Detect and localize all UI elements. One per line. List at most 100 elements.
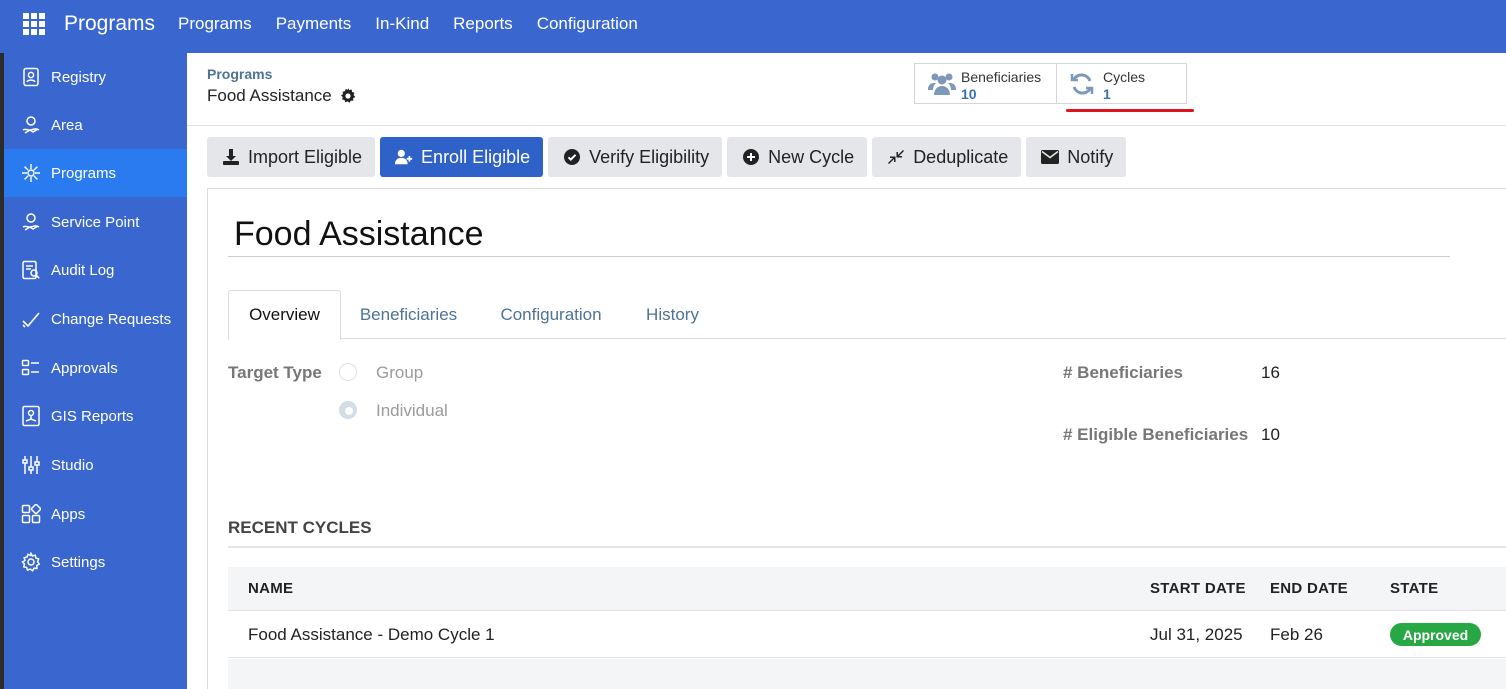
- cycles-smart-value: 1: [1103, 86, 1111, 102]
- change-requests-icon: [21, 309, 41, 329]
- radio-individual[interactable]: [339, 401, 357, 419]
- menu-payments[interactable]: Payments: [276, 14, 352, 34]
- notify-button[interactable]: Notify: [1026, 137, 1127, 177]
- breadcrumb[interactable]: Programs: [207, 66, 272, 82]
- form-sheet: Food Assistance Overview Beneficiaries C…: [207, 188, 1506, 689]
- eligible-count-label: # Eligible Beneficiaries: [1063, 425, 1249, 444]
- cycles-table-header: NAME START DATE END DATE STATE: [228, 567, 1506, 611]
- column-end-date[interactable]: END DATE: [1270, 580, 1348, 597]
- app-title[interactable]: Programs: [64, 12, 155, 36]
- eligible-count-value: 10: [1261, 425, 1280, 444]
- menu-in-kind[interactable]: In-Kind: [375, 14, 429, 34]
- sidebar-item-label: Registry: [51, 68, 107, 86]
- area-icon: [21, 115, 41, 135]
- enroll-eligible-label: Enroll Eligible: [421, 146, 531, 167]
- column-start-date[interactable]: START DATE: [1150, 580, 1246, 597]
- enroll-eligible-button[interactable]: Enroll Eligible: [380, 137, 544, 177]
- sidebar: Registry Area Programs Service Point Aud…: [4, 53, 187, 689]
- sidebar-item-label: Settings: [51, 553, 106, 571]
- sidebar-item-studio[interactable]: Studio: [4, 441, 187, 489]
- sidebar-item-label: Change Requests: [51, 310, 172, 328]
- status-badge: Approved: [1390, 623, 1481, 646]
- sidebar-item-label: Studio: [51, 456, 94, 474]
- envelope-icon: [1041, 148, 1060, 166]
- plus-circle-icon: [742, 148, 760, 166]
- beneficiaries-count-value: 16: [1261, 363, 1280, 382]
- sidebar-item-registry[interactable]: Registry: [4, 53, 187, 101]
- target-type-label: Target Type: [228, 363, 322, 382]
- sidebar-item-area[interactable]: Area: [4, 101, 187, 149]
- sidebar-item-label: Area: [51, 116, 83, 134]
- service-point-icon: [21, 212, 41, 232]
- sidebar-item-settings[interactable]: Settings: [4, 538, 187, 586]
- notebook-tabs: Overview Beneficiaries Configuration His…: [228, 290, 1506, 340]
- sidebar-item-label: Apps: [51, 505, 86, 523]
- verify-eligibility-label: Verify Eligibility: [589, 146, 710, 167]
- deduplicate-label: Deduplicate: [913, 146, 1009, 167]
- record-title: Food Assistance: [207, 86, 356, 106]
- check-circle-icon: [563, 148, 581, 166]
- users-icon: [927, 72, 957, 96]
- cycle-start-date: Jul 31, 2025: [1150, 625, 1243, 644]
- gear-icon[interactable]: [340, 88, 356, 104]
- programs-icon: [21, 163, 41, 183]
- sidebar-item-label: Approvals: [51, 359, 118, 377]
- sidebar-item-programs[interactable]: Programs: [4, 149, 187, 197]
- refresh-icon: [1069, 72, 1099, 96]
- sidebar-item-service-point[interactable]: Service Point: [4, 198, 187, 246]
- apps-icon: [21, 504, 41, 524]
- sidebar-item-approvals[interactable]: Approvals: [4, 344, 187, 392]
- sidebar-item-label: Service Point: [51, 213, 140, 231]
- tab-history[interactable]: History: [626, 290, 719, 339]
- gis-reports-icon: [21, 405, 41, 427]
- menu-programs[interactable]: Programs: [178, 14, 252, 34]
- sidebar-item-label: GIS Reports: [51, 407, 134, 425]
- cycle-end-date: Feb 26: [1270, 625, 1323, 644]
- new-cycle-button[interactable]: New Cycle: [727, 137, 868, 177]
- sidebar-item-label: Audit Log: [51, 261, 115, 279]
- verify-eligibility-button[interactable]: Verify Eligibility: [548, 137, 723, 177]
- beneficiaries-smart-button[interactable]: Beneficiaries 10: [914, 63, 1057, 104]
- table-footer: [228, 659, 1506, 689]
- radio-individual-label: Individual: [376, 401, 448, 420]
- top-navbar: Programs Programs Payments In-Kind Repor…: [0, 0, 1506, 53]
- user-plus-icon: [395, 148, 413, 166]
- sidebar-item-audit-log[interactable]: Audit Log: [4, 246, 187, 294]
- sidebar-item-change-requests[interactable]: Change Requests: [4, 295, 187, 343]
- radio-group[interactable]: [339, 363, 357, 381]
- import-eligible-label: Import Eligible: [248, 146, 363, 167]
- program-name-field[interactable]: Food Assistance: [234, 215, 483, 254]
- cycle-name: Food Assistance - Demo Cycle 1: [248, 625, 495, 644]
- column-name[interactable]: NAME: [248, 580, 293, 597]
- action-bar: Import Eligible Enroll Eligible Verify E…: [207, 137, 1131, 177]
- sidebar-item-label: Programs: [51, 164, 117, 182]
- tab-configuration[interactable]: Configuration: [476, 290, 626, 339]
- title-underline: [228, 256, 1450, 257]
- sidebar-item-gis-reports[interactable]: GIS Reports: [4, 392, 187, 440]
- notify-label: Notify: [1067, 146, 1114, 167]
- tab-overview[interactable]: Overview: [228, 290, 341, 340]
- highlight-underline: [1066, 109, 1194, 112]
- beneficiaries-smart-label: Beneficiaries: [961, 69, 1042, 85]
- beneficiaries-smart-value: 10: [961, 86, 977, 102]
- table-row[interactable]: Food Assistance - Demo Cycle 1 Jul 31, 2…: [228, 611, 1506, 658]
- cycles-smart-button[interactable]: Cycles 1: [1056, 63, 1187, 104]
- download-icon: [222, 148, 240, 166]
- menu-configuration[interactable]: Configuration: [537, 14, 638, 34]
- app-grid-icon[interactable]: [23, 13, 45, 35]
- registry-icon: [21, 67, 41, 87]
- column-state[interactable]: STATE: [1390, 580, 1438, 597]
- approvals-icon: [21, 358, 41, 378]
- record-title-text: Food Assistance: [207, 86, 332, 105]
- tab-beneficiaries[interactable]: Beneficiaries: [341, 290, 476, 339]
- new-cycle-label: New Cycle: [768, 146, 855, 167]
- section-divider: [228, 546, 1506, 548]
- sidebar-item-apps[interactable]: Apps: [4, 490, 187, 538]
- import-eligible-button[interactable]: Import Eligible: [207, 137, 376, 177]
- compress-icon: [887, 148, 905, 166]
- menu-reports[interactable]: Reports: [453, 14, 513, 34]
- audit-log-icon: [21, 260, 41, 280]
- settings-icon: [21, 552, 41, 572]
- recent-cycles-title: RECENT CYCLES: [228, 518, 372, 537]
- deduplicate-button[interactable]: Deduplicate: [872, 137, 1022, 177]
